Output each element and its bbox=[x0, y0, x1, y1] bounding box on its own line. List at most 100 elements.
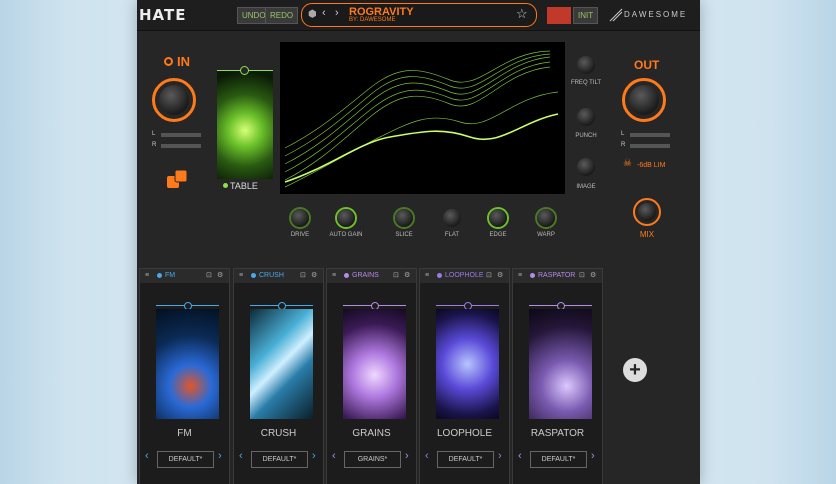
slot-wavetable-image[interactable] bbox=[529, 309, 592, 419]
table-label: TABLE bbox=[230, 181, 258, 191]
slot-wavetable-image[interactable] bbox=[343, 309, 406, 419]
add-slot-icon[interactable]: + bbox=[623, 358, 647, 382]
effect-slot-crush[interactable]: ≡ CRUSH ⊡ ⚙ CRUSH ‹ DEFAULT* › bbox=[233, 268, 324, 484]
gear-icon[interactable]: ⚙ bbox=[497, 269, 503, 283]
next-slot-preset-icon[interactable]: › bbox=[405, 450, 409, 462]
freq-tilt-knob[interactable] bbox=[577, 56, 595, 74]
gear-icon[interactable]: ⚙ bbox=[404, 269, 410, 283]
punch-label: PUNCH bbox=[575, 133, 597, 139]
init-button[interactable]: INIT bbox=[573, 7, 599, 24]
in-meter-r-label: R bbox=[152, 142, 157, 148]
slot-preset-selector[interactable]: DEFAULT* bbox=[251, 451, 308, 468]
red-toggle-button[interactable] bbox=[547, 7, 571, 24]
out-knob-ring[interactable] bbox=[622, 78, 666, 122]
in-label: IN bbox=[177, 54, 190, 69]
edge-knob[interactable] bbox=[489, 209, 507, 227]
slot-preset-selector[interactable]: DEFAULT* bbox=[530, 451, 587, 468]
in-power-icon[interactable] bbox=[164, 57, 173, 66]
gear-icon[interactable]: ⚙ bbox=[590, 269, 596, 283]
next-slot-preset-icon[interactable]: › bbox=[218, 450, 222, 462]
effect-slot-raspator[interactable]: ≡ RASPATOR ⊡ ⚙ RASPATOR ‹ DEFAULT* › bbox=[512, 268, 603, 484]
menu-icon[interactable]: ≡ bbox=[518, 269, 522, 283]
plugin-window: HATE UNDO REDO ⬢ ‹ › ROGRAVITY BY: DAWES… bbox=[137, 0, 700, 484]
slot-preset-selector[interactable]: DEFAULT* bbox=[157, 451, 214, 468]
slot-tab-label[interactable]: LOOPHOLE bbox=[445, 269, 484, 283]
prev-slot-preset-icon[interactable]: ‹ bbox=[145, 450, 149, 462]
lock-icon[interactable]: ⊡ bbox=[579, 269, 585, 283]
lock-icon[interactable]: ⊡ bbox=[393, 269, 399, 283]
effect-slot-fm[interactable]: ≡ FM ⊡ ⚙ FM ‹ DEFAULT* › bbox=[139, 268, 230, 484]
lock-icon[interactable]: ⊡ bbox=[206, 269, 212, 283]
slot-power-icon[interactable] bbox=[251, 273, 256, 278]
prev-slot-preset-icon[interactable]: ‹ bbox=[332, 450, 336, 462]
menu-icon[interactable]: ≡ bbox=[332, 269, 336, 283]
slice-label: SLICE bbox=[395, 232, 413, 238]
in-knob-ring[interactable] bbox=[152, 78, 196, 122]
menu-icon[interactable]: ≡ bbox=[145, 269, 149, 283]
dice-icon[interactable]: ⬢ bbox=[308, 9, 317, 20]
effect-slot-grains[interactable]: ≡ GRAINS ⊡ ⚙ GRAINS ‹ GRAINS* › bbox=[326, 268, 417, 484]
next-slot-preset-icon[interactable]: › bbox=[312, 450, 316, 462]
brand-name: DAWESOME bbox=[624, 10, 688, 19]
out-meter-l-label: L bbox=[621, 131, 625, 137]
drive-knob[interactable] bbox=[291, 209, 309, 227]
table-position-handle[interactable] bbox=[240, 66, 249, 75]
punch-knob[interactable] bbox=[577, 108, 595, 126]
gear-icon[interactable]: ⚙ bbox=[217, 269, 223, 283]
image-knob[interactable] bbox=[577, 158, 595, 176]
slot-title: CRUSH bbox=[260, 428, 297, 439]
slot-tab-label[interactable]: CRUSH bbox=[259, 269, 284, 283]
skull-icon[interactable]: ☠ bbox=[623, 158, 632, 169]
slice-knob[interactable] bbox=[395, 209, 413, 227]
flat-label: FLAT bbox=[444, 232, 460, 238]
slot-wavetable-image[interactable] bbox=[436, 309, 499, 419]
preset-author: BY: DAWESOME bbox=[349, 17, 396, 23]
table-wavetable-image[interactable] bbox=[217, 70, 273, 179]
prev-preset-icon[interactable]: ‹ bbox=[322, 7, 326, 19]
drive-label: DRIVE bbox=[290, 232, 310, 238]
limiter-label[interactable]: -6dB LIM bbox=[637, 162, 665, 169]
effect-slot-loophole[interactable]: ≡ LOOPHOLE ⊡ ⚙ LOOPHOLE ‹ DEFAULT* › bbox=[419, 268, 510, 484]
flat-knob[interactable] bbox=[443, 209, 461, 227]
redo-button[interactable]: REDO bbox=[265, 7, 299, 24]
slot-tab-label[interactable]: FM bbox=[165, 269, 175, 283]
prev-slot-preset-icon[interactable]: ‹ bbox=[239, 450, 243, 462]
in-knob[interactable] bbox=[159, 85, 189, 115]
slot-power-icon[interactable] bbox=[344, 273, 349, 278]
lock-icon[interactable]: ⊡ bbox=[486, 269, 492, 283]
next-slot-preset-icon[interactable]: › bbox=[591, 450, 595, 462]
menu-icon[interactable]: ≡ bbox=[425, 269, 429, 283]
slot-title: RASPATOR bbox=[530, 428, 585, 439]
slot-header: ≡ CRUSH ⊡ ⚙ bbox=[234, 269, 323, 283]
slot-power-icon[interactable] bbox=[437, 273, 442, 278]
next-slot-preset-icon[interactable]: › bbox=[498, 450, 502, 462]
prev-slot-preset-icon[interactable]: ‹ bbox=[518, 450, 522, 462]
slot-tab-label[interactable]: RASPATOR bbox=[538, 269, 575, 283]
mix-knob[interactable] bbox=[638, 203, 656, 221]
lock-icon[interactable]: ⊡ bbox=[300, 269, 306, 283]
warp-knob[interactable] bbox=[537, 209, 555, 227]
dice-random-icon[interactable] bbox=[165, 168, 189, 194]
auto-gain-label: AUTO GAIN bbox=[329, 232, 363, 238]
slot-tab-label[interactable]: GRAINS bbox=[352, 269, 379, 283]
auto-gain-knob[interactable] bbox=[337, 209, 355, 227]
menu-icon[interactable]: ≡ bbox=[239, 269, 243, 283]
slot-header: ≡ LOOPHOLE ⊡ ⚙ bbox=[420, 269, 509, 283]
slot-power-icon[interactable] bbox=[157, 273, 162, 278]
preset-browser[interactable]: ⬢ ‹ › ROGRAVITY BY: DAWESOME ☆ bbox=[301, 3, 537, 27]
slot-wavetable-image[interactable] bbox=[250, 309, 313, 419]
star-icon[interactable]: ☆ bbox=[516, 6, 528, 22]
edge-label: EDGE bbox=[489, 232, 507, 238]
prev-slot-preset-icon[interactable]: ‹ bbox=[425, 450, 429, 462]
next-preset-icon[interactable]: › bbox=[335, 7, 339, 19]
slot-preset-selector[interactable]: GRAINS* bbox=[344, 451, 401, 468]
out-knob[interactable] bbox=[629, 85, 659, 115]
table-power-icon[interactable] bbox=[223, 183, 228, 188]
slot-preset-selector[interactable]: DEFAULT* bbox=[437, 451, 494, 468]
slot-wavetable-image[interactable] bbox=[156, 309, 219, 419]
mix-knob-ring[interactable] bbox=[633, 198, 661, 226]
in-meter-l bbox=[161, 133, 201, 137]
gear-icon[interactable]: ⚙ bbox=[311, 269, 317, 283]
slot-power-icon[interactable] bbox=[530, 273, 535, 278]
waveform-display[interactable] bbox=[280, 42, 565, 194]
